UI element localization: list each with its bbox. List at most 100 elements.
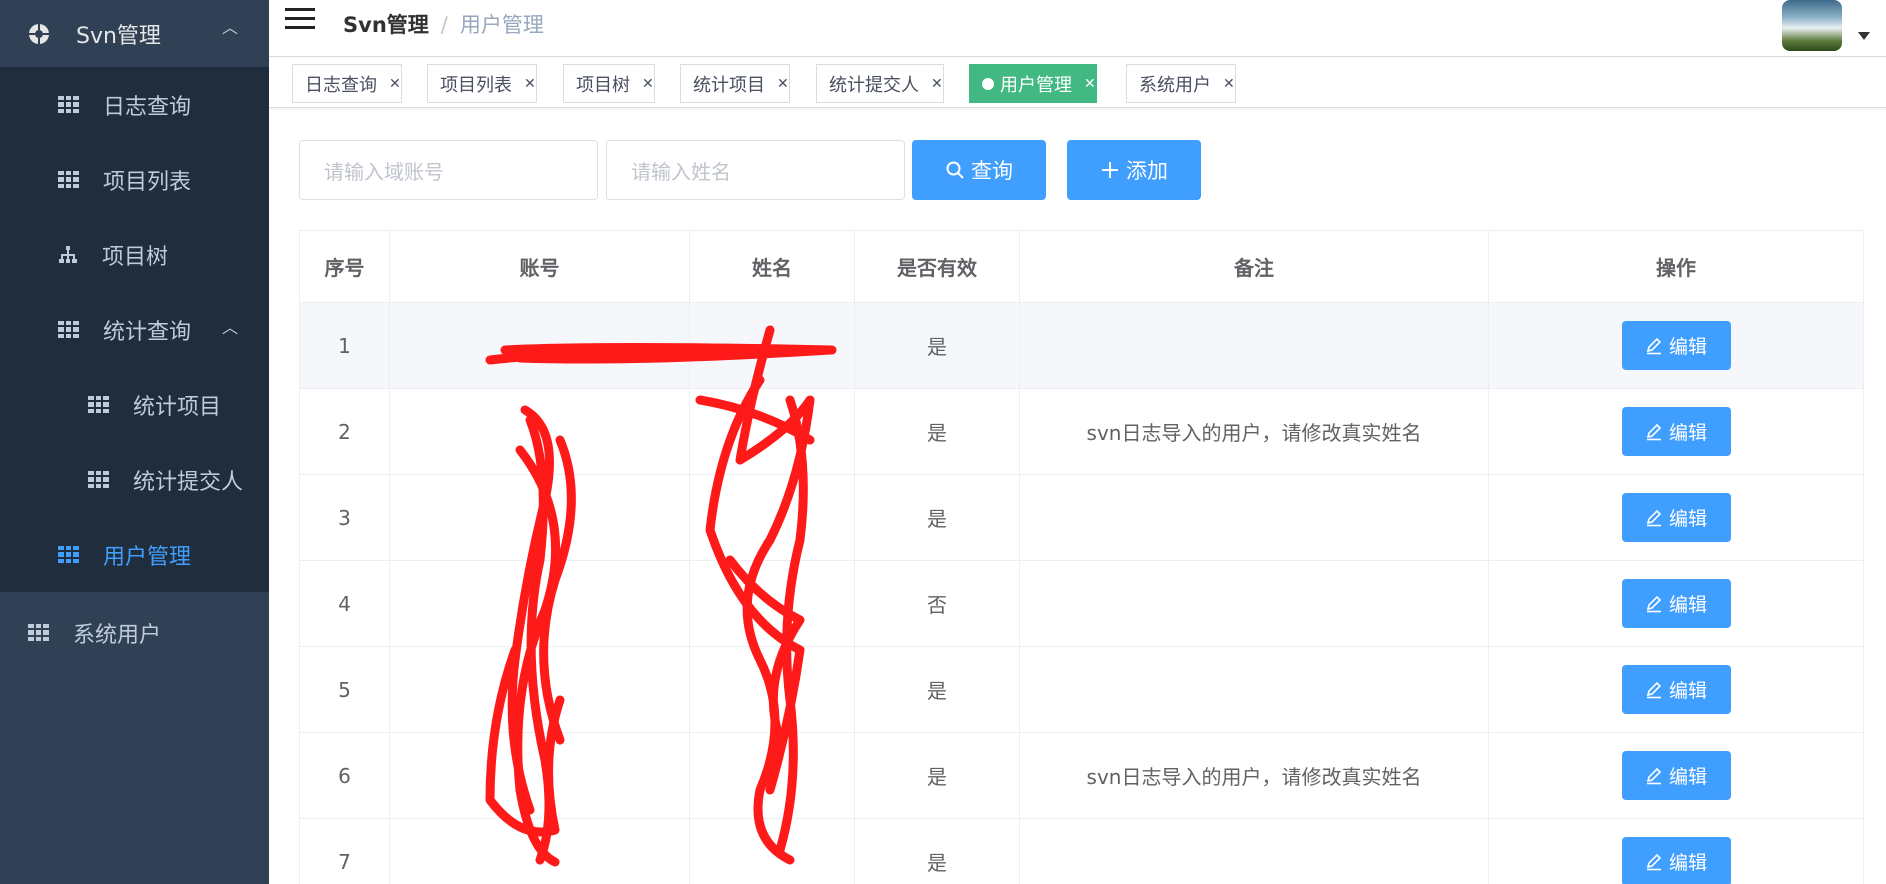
cell-name <box>690 303 855 388</box>
cell-account <box>390 389 690 474</box>
breadcrumb-item-svn[interactable]: Svn管理 <box>343 13 429 37</box>
sidebar-item-stats-query[interactable]: 统计查询 ︿ <box>0 292 269 367</box>
user-table: 序号 账号 姓名 是否有效 备注 操作 1 是 编辑 2 是 svn日志导入的用… <box>299 230 1864 884</box>
cell-account <box>390 733 690 818</box>
cell-actions: 编辑 <box>1489 389 1863 474</box>
edit-button-label: 编辑 <box>1668 594 1707 616</box>
tag-project-list[interactable]: 项目列表 ✕ <box>427 64 537 103</box>
tag-user-management[interactable]: 用户管理 ✕ <box>969 64 1097 103</box>
cell-index: 3 <box>300 475 390 560</box>
edit-button[interactable]: 编辑 <box>1621 837 1731 884</box>
sidebar-item-stats-committer[interactable]: 统计提交人 <box>0 442 269 517</box>
hamburger-icon[interactable] <box>285 8 315 32</box>
cell-valid: 是 <box>855 647 1020 732</box>
cell-valid: 是 <box>855 733 1020 818</box>
cell-name <box>690 389 855 474</box>
tag-label: 系统用户 <box>1139 74 1211 96</box>
edit-button[interactable]: 编辑 <box>1621 321 1731 370</box>
avatar[interactable] <box>1782 0 1842 51</box>
breadcrumb: Svn管理 / 用户管理 <box>343 9 544 39</box>
table-row: 6 是 svn日志导入的用户，请修改真实姓名 编辑 <box>300 733 1863 819</box>
sidebar-item-project-list[interactable]: 项目列表 <box>0 142 269 217</box>
cell-valid: 是 <box>855 303 1020 388</box>
close-icon[interactable]: ✕ <box>1084 76 1096 92</box>
edit-button[interactable]: 编辑 <box>1621 579 1731 628</box>
cell-index: 2 <box>300 389 390 474</box>
chevron-up-icon: ︿ <box>222 318 239 337</box>
caret-down-icon[interactable] <box>1858 32 1870 40</box>
sidebar-item-log-query[interactable]: 日志查询 <box>0 67 269 142</box>
sidebar-item-system-users[interactable]: 系统用户 <box>0 595 269 670</box>
edit-button-label: 编辑 <box>1668 422 1707 444</box>
sidebar-item-project-tree[interactable]: 项目树 <box>0 217 269 292</box>
cell-account <box>390 561 690 646</box>
table-icon <box>88 471 109 488</box>
add-button[interactable]: 添加 <box>1067 140 1201 200</box>
cell-index: 7 <box>300 819 390 884</box>
edit-button-label: 编辑 <box>1668 508 1707 530</box>
sidebar-item-label: 统计项目 <box>133 394 222 420</box>
cell-index: 6 <box>300 733 390 818</box>
edit-button[interactable]: 编辑 <box>1621 751 1731 800</box>
close-icon[interactable]: ✕ <box>642 76 654 92</box>
sidebar-menu-svn[interactable]: Svn管理 ︿ <box>0 0 269 67</box>
edit-icon <box>1646 767 1662 784</box>
cell-actions: 编辑 <box>1489 647 1863 732</box>
logo-icon <box>29 23 49 44</box>
tag-project-tree[interactable]: 项目树 ✕ <box>563 64 655 103</box>
edit-button-label: 编辑 <box>1668 336 1707 358</box>
column-header: 姓名 <box>690 231 855 302</box>
account-input[interactable]: 请输入域账号 <box>299 140 598 200</box>
edit-button[interactable]: 编辑 <box>1621 407 1731 456</box>
close-icon[interactable]: ✕ <box>1223 76 1235 92</box>
table-icon <box>58 546 79 563</box>
column-header: 备注 <box>1020 231 1489 302</box>
cell-name <box>690 733 855 818</box>
edit-icon <box>1646 337 1662 354</box>
cell-note <box>1020 647 1489 732</box>
cell-note <box>1020 475 1489 560</box>
table-icon <box>28 624 49 641</box>
tag-log-query[interactable]: 日志查询 ✕ <box>292 64 402 103</box>
cell-valid: 否 <box>855 561 1020 646</box>
edit-icon <box>1646 681 1662 698</box>
column-header: 账号 <box>390 231 690 302</box>
close-icon[interactable]: ✕ <box>931 76 943 92</box>
sidebar-item-label: 系统用户 <box>73 622 162 648</box>
cell-account <box>390 303 690 388</box>
sidebar-item-label: 用户管理 <box>103 544 192 570</box>
tag-stats-committer[interactable]: 统计提交人 ✕ <box>816 64 944 103</box>
name-input[interactable]: 请输入姓名 <box>606 140 905 200</box>
sidebar-submenu: 日志查询 项目列表 项目树 统计查询 ︿ 统计项目 统计提交人 用户管理 <box>0 67 269 592</box>
table-row: 7 是 编辑 <box>300 819 1863 884</box>
table-header: 序号 账号 姓名 是否有效 备注 操作 <box>300 231 1863 303</box>
edit-button[interactable]: 编辑 <box>1621 665 1731 714</box>
sidebar-item-stats-project[interactable]: 统计项目 <box>0 367 269 442</box>
search-button[interactable]: 查询 <box>912 140 1046 200</box>
tag-label: 日志查询 <box>305 74 377 96</box>
tag-label: 用户管理 <box>1000 74 1072 96</box>
cell-name <box>690 561 855 646</box>
sidebar-item-user-management[interactable]: 用户管理 <box>0 517 269 592</box>
edit-button-label: 编辑 <box>1668 766 1707 788</box>
tag-label: 统计提交人 <box>829 74 919 96</box>
cell-actions: 编辑 <box>1489 561 1863 646</box>
cell-actions: 编辑 <box>1489 733 1863 818</box>
cell-note <box>1020 819 1489 884</box>
sidebar-item-label: 项目列表 <box>103 169 192 195</box>
navbar: Svn管理 / 用户管理 <box>269 0 1886 57</box>
tree-icon <box>59 245 77 263</box>
tag-label: 项目树 <box>576 74 630 96</box>
tag-system-users[interactable]: 系统用户 ✕ <box>1126 64 1236 103</box>
table-row: 5 是 编辑 <box>300 647 1863 733</box>
edit-button[interactable]: 编辑 <box>1621 493 1731 542</box>
cell-account <box>390 819 690 884</box>
close-icon[interactable]: ✕ <box>777 76 789 92</box>
close-icon[interactable]: ✕ <box>524 76 536 92</box>
table-row: 4 否 编辑 <box>300 561 1863 647</box>
tag-label: 项目列表 <box>440 74 512 96</box>
tag-stats-project[interactable]: 统计项目 ✕ <box>680 64 790 103</box>
cell-index: 5 <box>300 647 390 732</box>
close-icon[interactable]: ✕ <box>389 76 401 92</box>
cell-account <box>390 475 690 560</box>
